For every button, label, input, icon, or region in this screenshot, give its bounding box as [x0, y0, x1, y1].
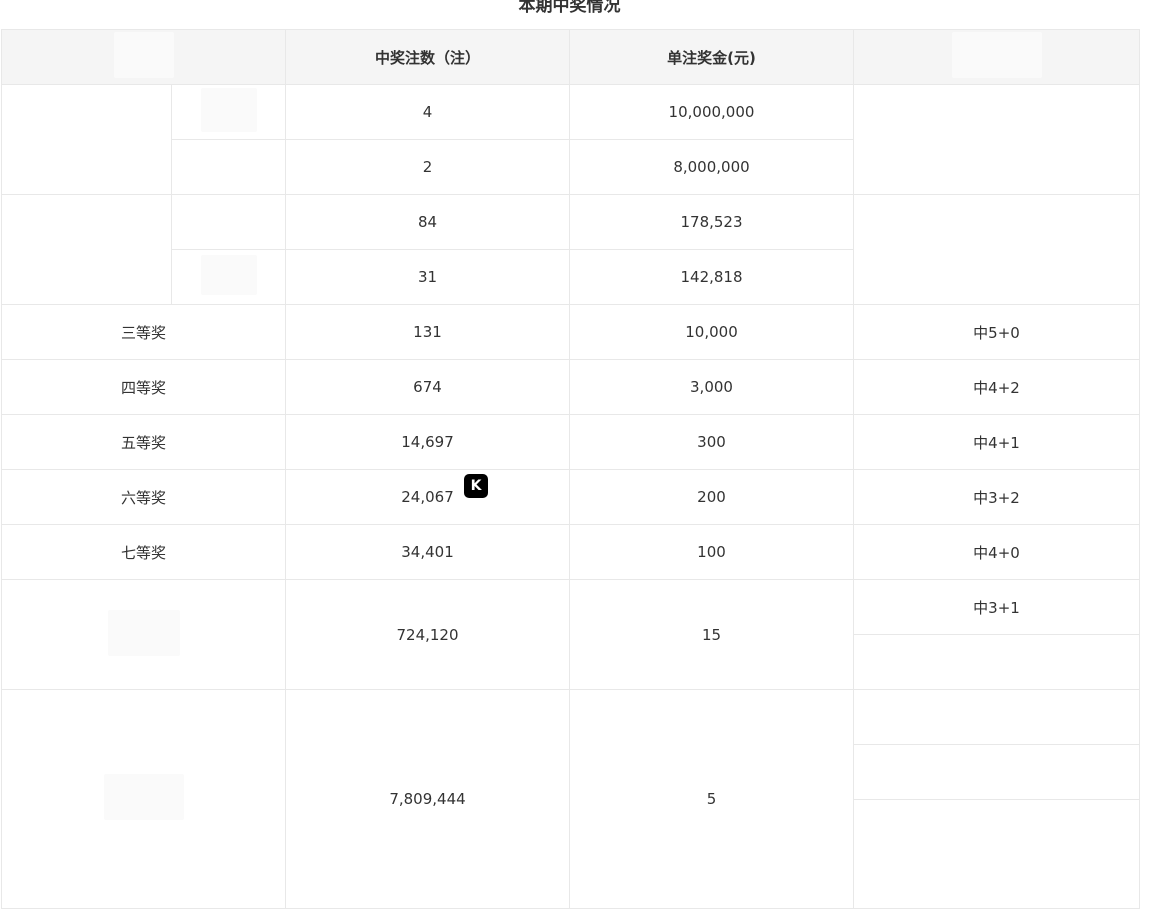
header-level — [1, 29, 286, 85]
first-prize-level — [1, 84, 172, 195]
row-amount: 300 — [569, 414, 854, 470]
first-prize-rule — [853, 84, 1140, 195]
row-rule: 中3+2 — [853, 469, 1140, 525]
first-prize-count-2: 2 — [285, 139, 570, 195]
header-amount: 单注奖金(元) — [569, 29, 854, 85]
row-level: 五等奖 — [1, 414, 286, 470]
row-count: 674 — [285, 359, 570, 415]
row-amount: 100 — [569, 524, 854, 580]
k-badge-icon[interactable]: K — [464, 474, 488, 498]
table-row: 四等奖 674 3,000 中4+2 — [1, 359, 1140, 415]
ninth-prize-count: 7,809,444 — [285, 689, 570, 909]
row-count: 24,067 — [285, 469, 570, 525]
row-count: 14,697 — [285, 414, 570, 470]
row-rule: 中5+0 — [853, 304, 1140, 360]
second-prize-count-2: 31 — [285, 249, 570, 305]
row-amount: 3,000 — [569, 359, 854, 415]
second-prize-amount-2: 142,818 — [569, 249, 854, 305]
second-prize-rule — [853, 194, 1140, 305]
header-rule — [853, 29, 1140, 85]
first-prize-sub-1 — [171, 84, 286, 140]
ninth-prize-rule-2 — [853, 744, 1140, 800]
ninth-prize-amount: 5 — [569, 689, 854, 909]
row-level: 六等奖 — [1, 469, 286, 525]
second-prize-level — [1, 194, 172, 305]
second-prize-sub-1 — [171, 194, 286, 250]
prize-table: 中奖注数（注） 单注奖金(元) 4 10,000,000 2 8,000,000… — [1, 29, 1140, 909]
row-count: 131 — [285, 304, 570, 360]
first-prize-count-1: 4 — [285, 84, 570, 140]
table-header-row: 中奖注数（注） 单注奖金(元) — [1, 29, 1140, 85]
table-row: 五等奖 14,697 300 中4+1 — [1, 414, 1140, 470]
first-prize-amount-2: 8,000,000 — [569, 139, 854, 195]
table-row: 7,809,444 5 — [1, 689, 1140, 909]
header-count: 中奖注数（注） — [285, 29, 570, 85]
table-row: 724,120 15 中3+1 — [1, 579, 1140, 690]
eighth-prize-level — [1, 579, 286, 690]
table-row: 三等奖 131 10,000 中5+0 — [1, 304, 1140, 360]
row-level: 三等奖 — [1, 304, 286, 360]
table-row: 84 178,523 — [1, 194, 1140, 305]
eighth-prize-rule-1: 中3+1 — [853, 579, 1140, 635]
eighth-prize-rule-2 — [853, 634, 1140, 690]
first-prize-sub-2 — [171, 139, 286, 195]
row-amount: 200 — [569, 469, 854, 525]
eighth-prize-count: 724,120 — [285, 579, 570, 690]
table-row: 七等奖 34,401 100 中4+0 — [1, 524, 1140, 580]
ninth-prize-rule-1 — [853, 689, 1140, 745]
ninth-prize-rule-3 — [853, 799, 1140, 909]
row-level: 七等奖 — [1, 524, 286, 580]
row-count: 34,401 — [285, 524, 570, 580]
second-prize-amount-1: 178,523 — [569, 194, 854, 250]
ninth-prize-level — [1, 689, 286, 909]
table-row: 六等奖 24,067 200 中3+2 — [1, 469, 1140, 525]
eighth-prize-amount: 15 — [569, 579, 854, 690]
row-rule: 中4+0 — [853, 524, 1140, 580]
second-prize-count-1: 84 — [285, 194, 570, 250]
row-amount: 10,000 — [569, 304, 854, 360]
second-prize-sub-2 — [171, 249, 286, 305]
row-rule: 中4+1 — [853, 414, 1140, 470]
page-title: 本期中奖情况 — [518, 0, 621, 16]
row-level: 四等奖 — [1, 359, 286, 415]
first-prize-amount-1: 10,000,000 — [569, 84, 854, 140]
table-row: 4 10,000,000 — [1, 84, 1140, 195]
row-rule: 中4+2 — [853, 359, 1140, 415]
